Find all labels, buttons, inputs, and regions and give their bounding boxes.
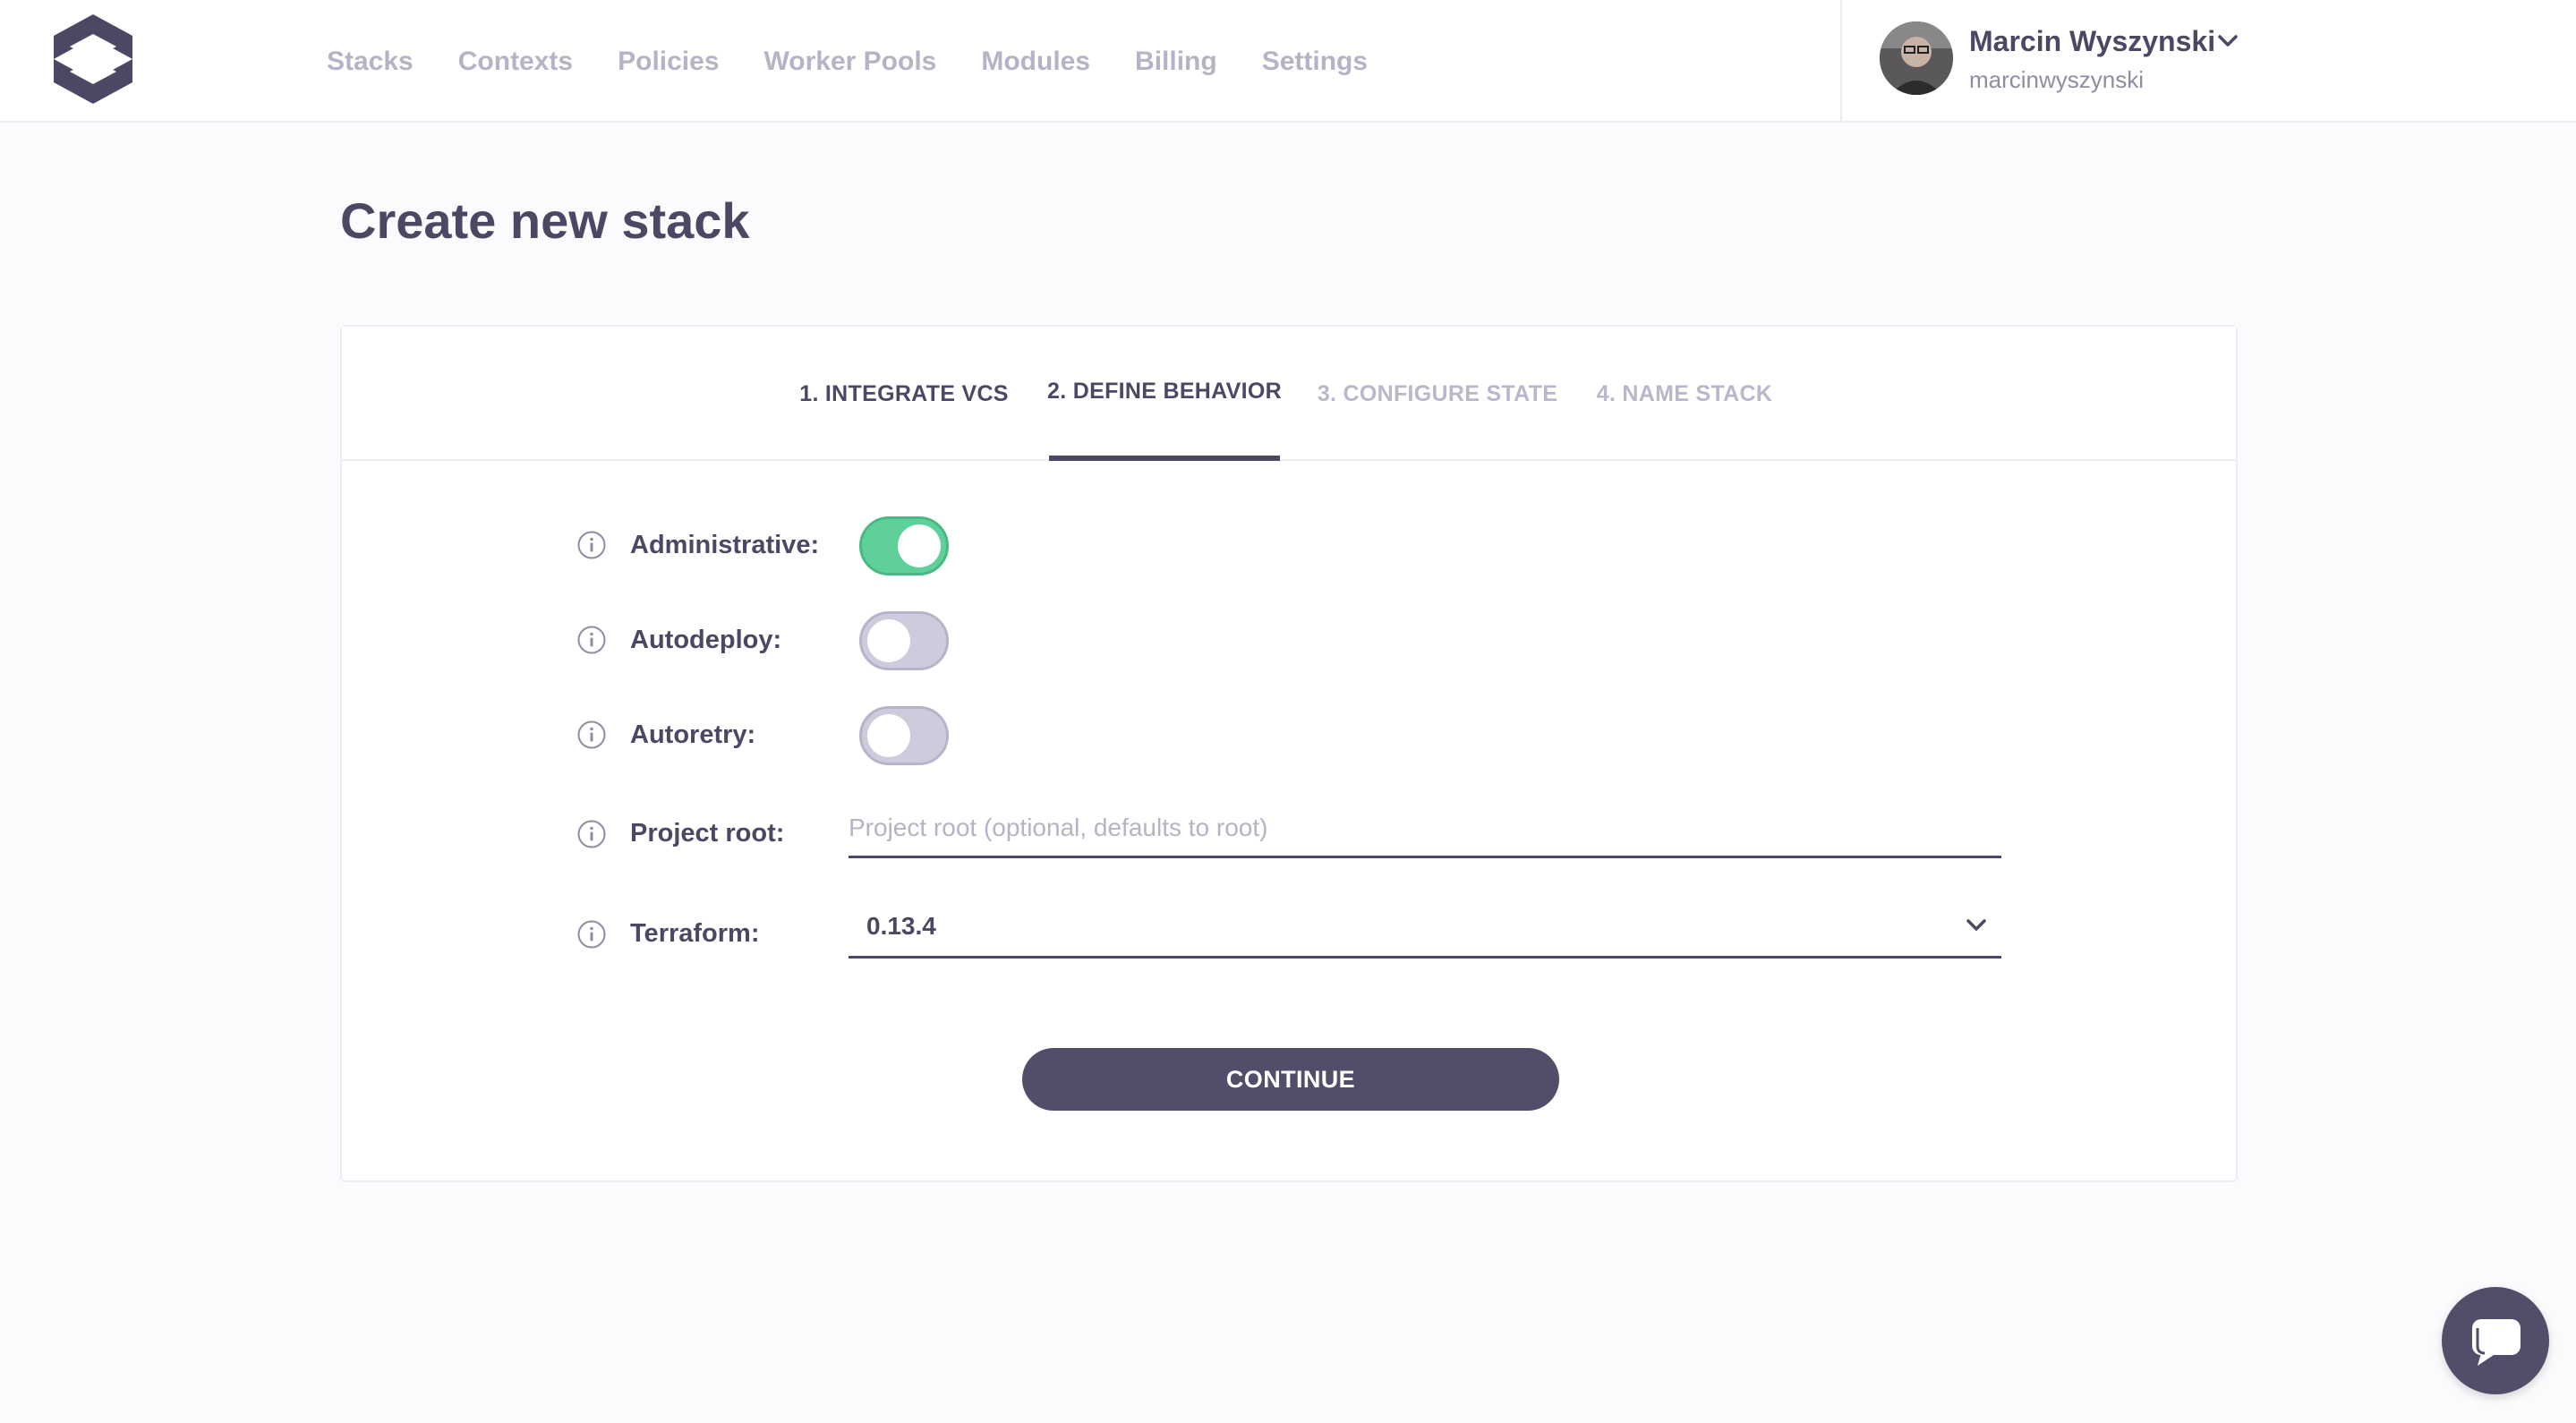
toggle-knob [898, 524, 941, 567]
step-name-stack: 4. NAME STACK [1596, 380, 1773, 406]
toggle-knob [867, 619, 910, 662]
info-icon[interactable] [576, 625, 607, 655]
continue-button[interactable]: CONTINUE [1022, 1048, 1559, 1111]
terraform-version-select[interactable]: 0.13.4 [849, 899, 2001, 959]
autoretry-row: Autoretry: [342, 704, 2236, 767]
step-configure-state: 3. CONFIGURE STATE [1317, 380, 1558, 406]
project-root-row: Project root: [342, 799, 2236, 871]
user-menu[interactable]: Marcin Wyszynski marcinwyszynski [1840, 0, 2576, 123]
chevron-down-icon[interactable] [2214, 30, 2241, 52]
autodeploy-row: Autodeploy: [342, 609, 2236, 672]
info-icon[interactable] [576, 530, 607, 560]
main-nav: Stacks Contexts Policies Worker Pools Mo… [304, 0, 1390, 123]
info-icon[interactable] [576, 919, 607, 950]
project-root-input[interactable] [849, 799, 2001, 858]
chat-bubble-icon [2472, 1319, 2521, 1366]
terraform-label: Terraform: [630, 919, 760, 948]
administrative-label: Administrative: [630, 531, 820, 559]
info-icon[interactable] [576, 720, 607, 750]
page-title: Create new stack [340, 192, 750, 249]
nav-item-worker-pools[interactable]: Worker Pools [764, 47, 937, 77]
autodeploy-label: Autodeploy: [630, 626, 782, 654]
nav-item-stacks[interactable]: Stacks [327, 47, 414, 77]
terraform-version-value: 0.13.4 [866, 912, 936, 940]
create-stack-card: 1. INTEGRATE VCS 2. DEFINE BEHAVIOR 3. C… [340, 325, 2238, 1182]
nav-item-billing[interactable]: Billing [1135, 47, 1217, 77]
chevron-down-icon [1966, 919, 1986, 931]
administrative-toggle[interactable] [859, 516, 949, 575]
stepper: 1. INTEGRATE VCS 2. DEFINE BEHAVIOR 3. C… [342, 327, 2236, 461]
user-handle: marcinwyszynski [1969, 66, 2145, 93]
app-logo-icon[interactable] [47, 9, 140, 109]
nav-item-settings[interactable]: Settings [1262, 47, 1368, 77]
nav-item-contexts[interactable]: Contexts [458, 47, 573, 77]
autodeploy-toggle[interactable] [859, 611, 949, 670]
project-root-label: Project root: [630, 819, 785, 848]
info-icon[interactable] [576, 819, 607, 849]
top-bar: Stacks Contexts Policies Worker Pools Mo… [0, 0, 2576, 123]
avatar [1880, 21, 1953, 95]
nav-item-modules[interactable]: Modules [981, 47, 1090, 77]
autoretry-label: Autoretry: [630, 720, 756, 749]
terraform-row: Terraform: 0.13.4 [342, 899, 2236, 971]
nav-item-policies[interactable]: Policies [618, 47, 719, 77]
toggle-knob [867, 714, 910, 757]
user-name: Marcin Wyszynski [1969, 25, 2216, 57]
step-define-behavior[interactable]: 2. DEFINE BEHAVIOR [1047, 327, 1282, 461]
administrative-row: Administrative: [342, 515, 2236, 577]
chat-widget-button[interactable] [2442, 1287, 2549, 1394]
step-integrate-vcs[interactable]: 1. INTEGRATE VCS [799, 327, 1008, 461]
autoretry-toggle[interactable] [859, 706, 949, 765]
